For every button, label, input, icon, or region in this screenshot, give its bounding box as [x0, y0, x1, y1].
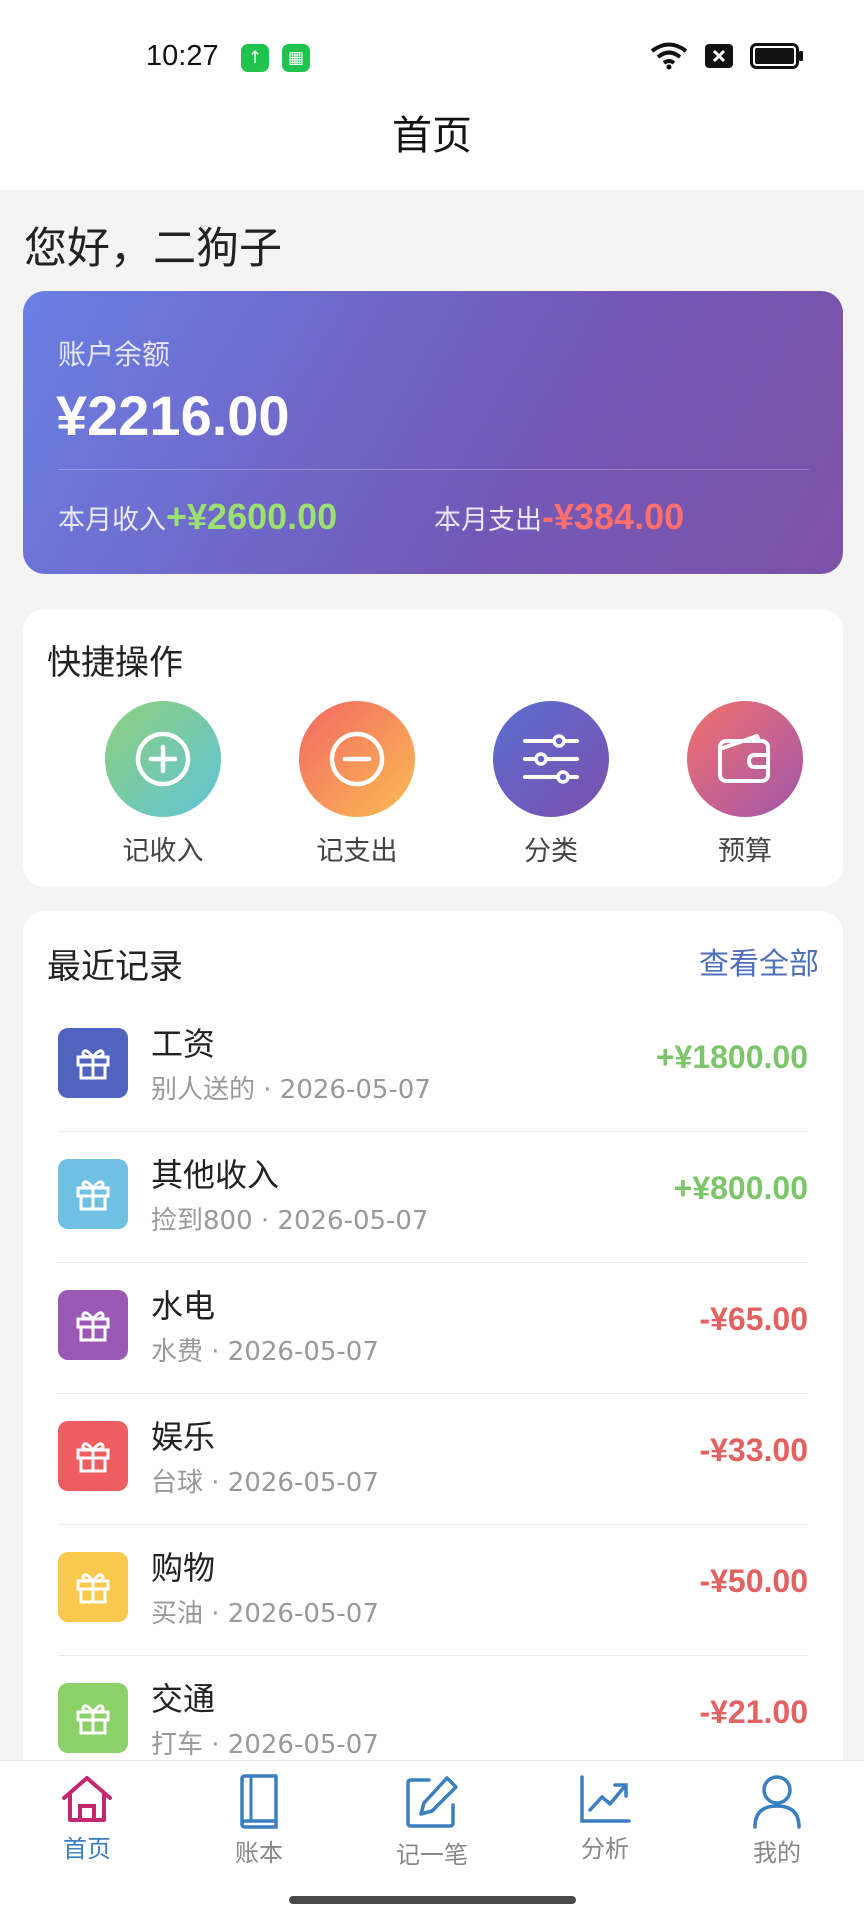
view-all-link[interactable]: 查看全部 [699, 939, 819, 983]
record-row[interactable]: 购物买油 · 2026-05-07 -¥50.00 [58, 1525, 808, 1656]
record-amount: -¥21.00 [699, 1694, 808, 1730]
wallet-icon [687, 701, 803, 817]
home-indicator [289, 1896, 576, 1904]
budget-label: 预算 [718, 836, 772, 867]
page-title: 首页 [392, 113, 472, 159]
add-income-label: 记收入 [122, 836, 204, 867]
minus-circle-icon [299, 701, 415, 817]
record-row[interactable]: 娱乐台球 · 2026-05-07 -¥33.00 [58, 1394, 808, 1525]
recent-records-panel: 最近记录 查看全部 工资别人送的 · 2026-05-07 +¥1800.00 其他… [23, 911, 843, 1791]
recent-records-title: 最近记录 [47, 947, 183, 987]
records-list: 工资别人送的 · 2026-05-07 +¥1800.00 其他收入捡到800 · … [58, 1001, 808, 1787]
tab-record[interactable]: 记一笔 [372, 1773, 492, 1870]
record-note-date: 台球 · 2026-05-07 [151, 1468, 379, 1498]
record-category: 购物 [151, 1549, 216, 1587]
month-income: 本月收入+¥2600.00 [58, 496, 337, 538]
gift-icon [58, 1159, 128, 1229]
balance-label: 账户余额 [58, 338, 171, 371]
month-expense: 本月支出-¥384.00 [434, 496, 684, 538]
tab-ledger-label: 账本 [235, 1839, 283, 1867]
month-expense-label: 本月支出 [434, 505, 542, 536]
record-note-date: 买油 · 2026-05-07 [151, 1599, 379, 1629]
tab-profile[interactable]: 我的 [717, 1773, 837, 1868]
battery-icon [750, 43, 803, 69]
record-row[interactable]: 水电水费 · 2026-05-07 -¥65.00 [58, 1263, 808, 1394]
sliders-icon [493, 701, 609, 817]
user-icon [753, 1775, 801, 1829]
record-category: 交通 [151, 1680, 216, 1718]
tab-profile-label: 我的 [753, 1839, 801, 1867]
chart-icon [580, 1775, 631, 1823]
record-note-date: 捡到800 · 2026-05-07 [151, 1206, 429, 1236]
gift-icon [58, 1421, 128, 1491]
record-row[interactable]: 其他收入捡到800 · 2026-05-07 +¥800.00 [58, 1132, 808, 1263]
record-row[interactable]: 工资别人送的 · 2026-05-07 +¥1800.00 [58, 1001, 808, 1132]
add-income-button[interactable]: 记收入 [83, 701, 243, 868]
balance-amount: ¥2216.00 [56, 384, 290, 447]
record-amount: +¥800.00 [673, 1170, 808, 1206]
shopping-app-icon: ▦ [282, 44, 310, 72]
tab-ledger[interactable]: 账本 [199, 1773, 319, 1868]
month-expense-value: -¥384.00 [542, 496, 685, 537]
gift-icon [58, 1683, 128, 1753]
tab-analysis[interactable]: 分析 [545, 1773, 665, 1864]
record-amount: -¥50.00 [699, 1563, 808, 1599]
gift-icon [58, 1552, 128, 1622]
greeting-text: 您好，二狗子 [24, 224, 282, 274]
record-category: 水电 [151, 1287, 216, 1325]
month-income-value: +¥2600.00 [166, 496, 338, 537]
record-amount: -¥33.00 [699, 1432, 808, 1468]
plus-circle-icon [105, 701, 221, 817]
gift-icon [58, 1028, 128, 1098]
tab-analysis-label: 分析 [581, 1835, 629, 1863]
record-note-date: 水费 · 2026-05-07 [151, 1337, 379, 1367]
quick-actions-title: 快捷操作 [47, 643, 183, 683]
category-label: 分类 [524, 836, 578, 867]
tab-home-label: 首页 [63, 1835, 111, 1863]
no-sim-icon [705, 44, 733, 68]
status-time: 10:27 [146, 40, 219, 72]
quick-actions-panel: 快捷操作 记收入 记支出 分类 预算 [23, 609, 843, 887]
month-income-label: 本月收入 [58, 505, 166, 536]
book-icon [240, 1774, 278, 1829]
record-amount: +¥1800.00 [655, 1039, 808, 1075]
record-category: 娱乐 [151, 1418, 216, 1456]
balance-divider [58, 469, 809, 470]
balance-card[interactable]: 账户余额 ¥2216.00 本月收入+¥2600.00 本月支出-¥384.00 [23, 291, 843, 574]
record-note-date: 打车 · 2026-05-07 [151, 1730, 379, 1760]
upload-app-icon: ↑ [241, 44, 269, 72]
wifi-icon [650, 42, 688, 70]
edit-icon [406, 1776, 458, 1828]
bottom-tab-bar: 首页 账本 记一笔 分析 我的 [0, 1760, 864, 1920]
tab-record-label: 记一笔 [396, 1841, 468, 1869]
tab-home[interactable]: 首页 [27, 1773, 147, 1864]
record-amount: -¥65.00 [699, 1301, 808, 1337]
add-expense-button[interactable]: 记支出 [277, 701, 437, 868]
budget-button[interactable]: 预算 [665, 701, 825, 868]
record-note-date: 别人送的 · 2026-05-07 [151, 1075, 431, 1105]
add-expense-label: 记支出 [316, 836, 398, 867]
gift-icon [58, 1290, 128, 1360]
record-category: 其他收入 [151, 1156, 280, 1194]
category-button[interactable]: 分类 [471, 701, 631, 868]
record-category: 工资 [151, 1025, 216, 1063]
home-icon [62, 1776, 112, 1822]
status-icons [650, 42, 804, 70]
nav-bar: 首页 [0, 96, 864, 190]
